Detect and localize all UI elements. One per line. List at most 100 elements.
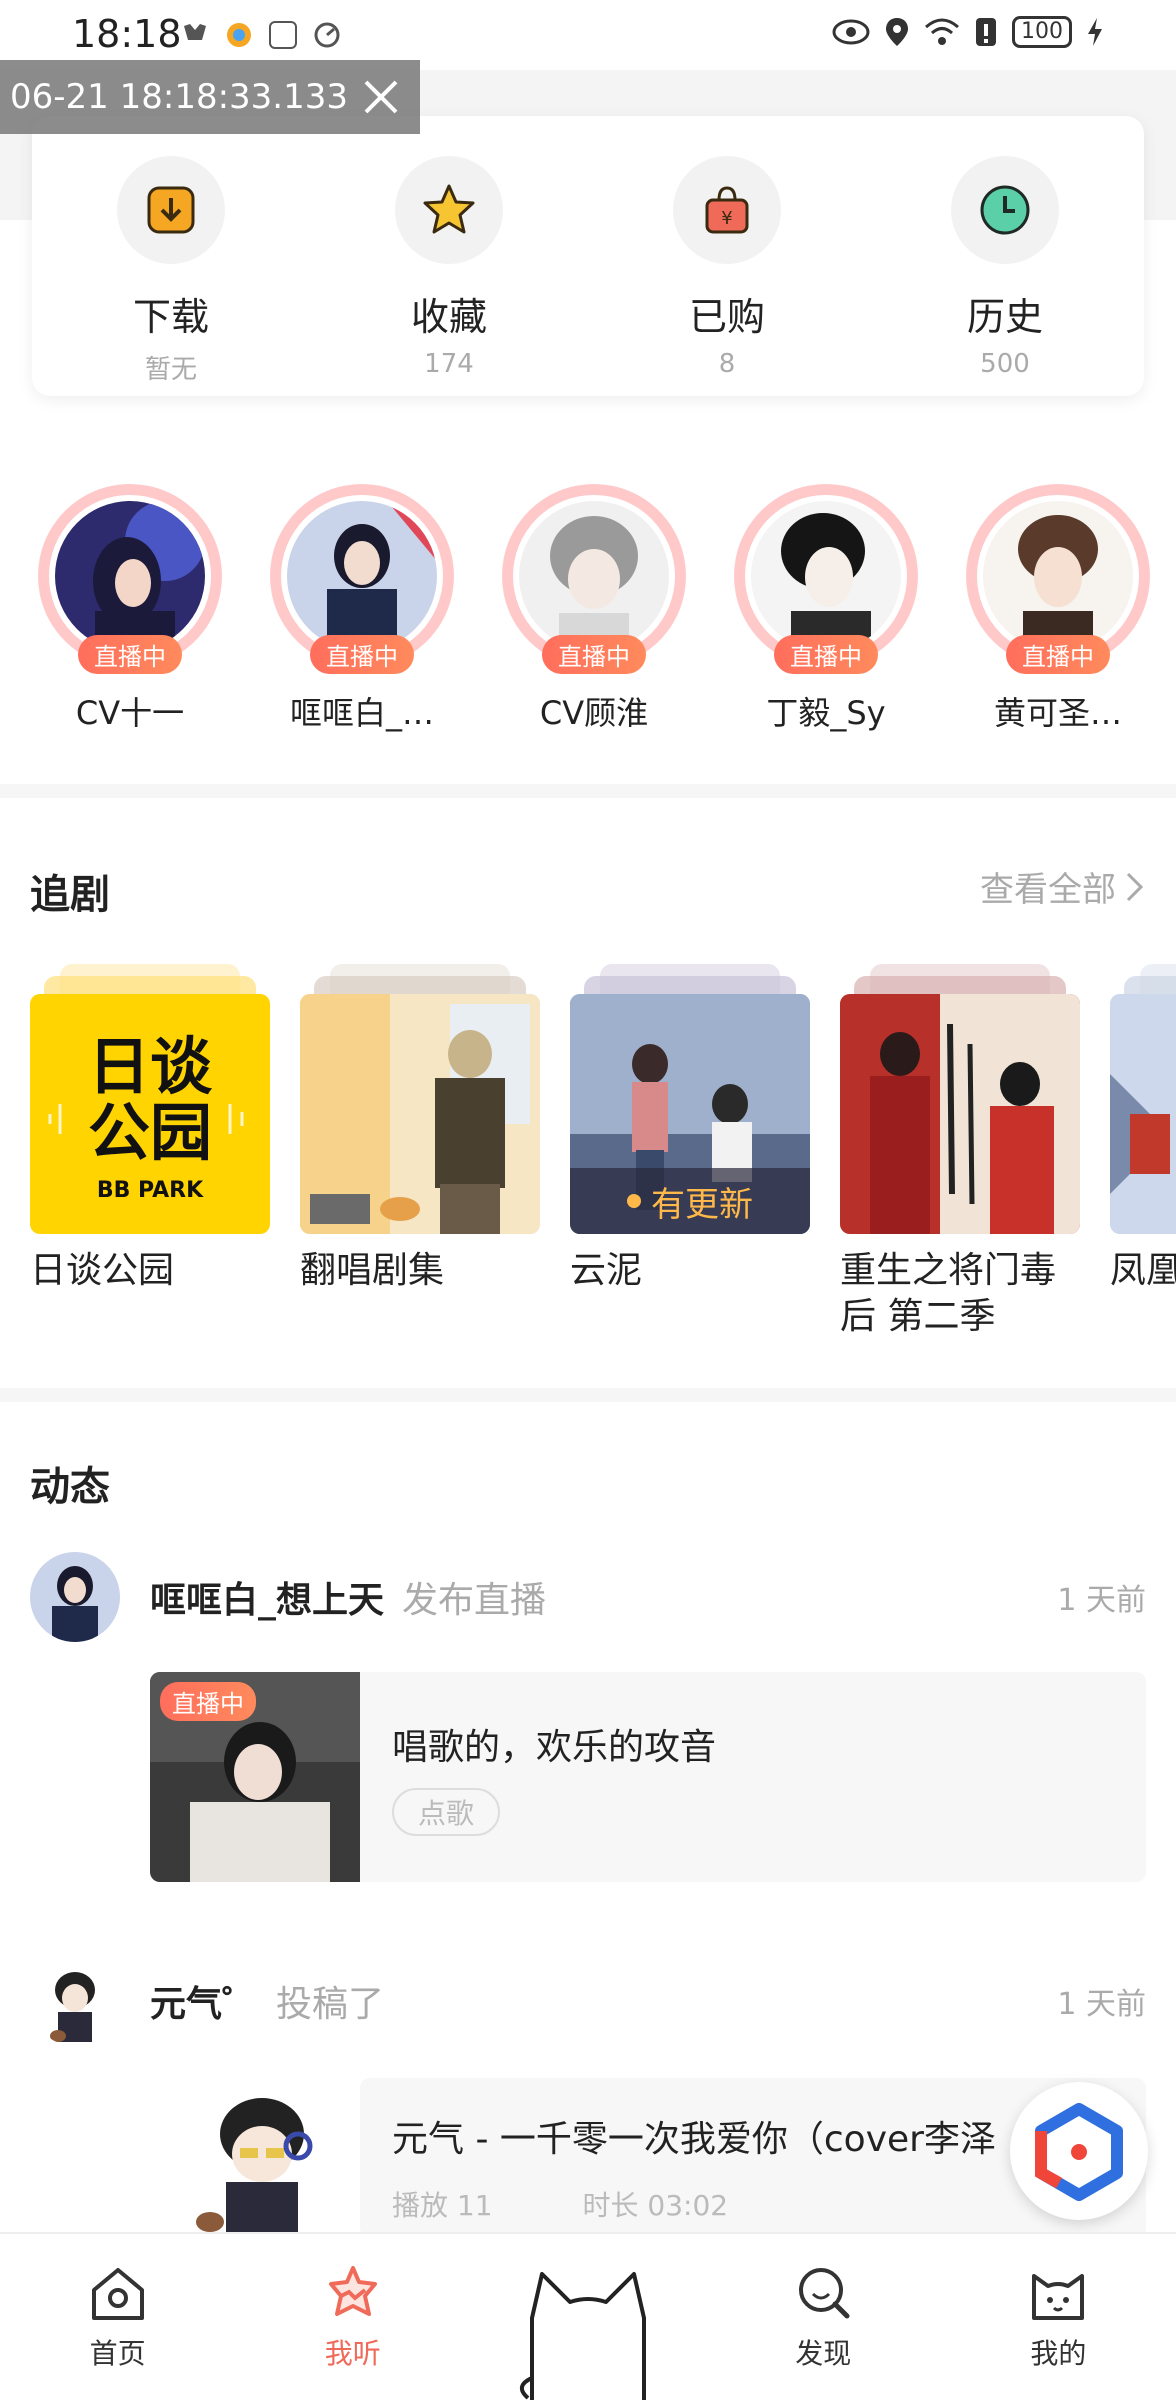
live-user-item[interactable]: 直播中 丁毅_Sy	[734, 484, 918, 734]
eye-icon	[832, 19, 870, 45]
svg-text:¥: ¥	[721, 208, 732, 229]
nav-listen[interactable]: 我听	[235, 2234, 470, 2400]
cover-text-1: 日谈	[87, 1030, 212, 1103]
live-badge: 直播中	[310, 635, 414, 674]
timestamp-toast: 06-21 18:18:33.133	[0, 60, 420, 134]
section-divider	[0, 784, 1176, 798]
live-users-row: 直播中 CV十一 直播中 哐哐白_… 直播中 CV顾淮 直播中 丁毅_Sy 直播…	[38, 484, 1176, 734]
avatar	[55, 501, 205, 651]
live-ring: 直播中	[270, 484, 454, 674]
status-time: 18:18	[72, 12, 182, 56]
quick-action-label: 历史	[966, 295, 1043, 339]
drama-item[interactable]: 翻唱剧集	[300, 964, 540, 1340]
avatar	[983, 501, 1133, 651]
live-badge: 直播中	[542, 635, 646, 674]
quick-action-count: 500	[980, 349, 1030, 379]
drama-item[interactable]: 重生之将门毒后 第二季	[840, 964, 1080, 1340]
speed-icon	[310, 18, 344, 52]
live-user-name: 黄可圣…	[993, 694, 1122, 732]
status-notification-icons	[178, 18, 344, 52]
nav-discover[interactable]: 发现	[706, 2234, 941, 2400]
live-ring: 直播中	[38, 484, 222, 674]
feed-username[interactable]: 哐哐白_想上天	[150, 1571, 384, 1623]
home-icon	[91, 2268, 144, 2320]
live-user-name: CV十一	[75, 694, 185, 732]
nav-label: 我听	[324, 2337, 381, 2370]
location-icon	[886, 18, 908, 46]
live-user-item[interactable]: 直播中 CV十一	[38, 484, 222, 734]
nav-home[interactable]: 首页	[0, 2234, 235, 2400]
close-icon[interactable]	[356, 72, 406, 122]
live-badge: 直播中	[160, 1682, 256, 1721]
live-post-title: 唱歌的，欢乐的攻音	[392, 1727, 717, 1768]
section-divider	[0, 1388, 1176, 1402]
star-icon	[395, 156, 503, 264]
feed-action: 投稿了	[276, 1984, 385, 2025]
drama-title: 重生之将门毒后 第二季	[840, 1250, 1057, 1337]
live-user-item[interactable]: 直播中 CV顾淮	[502, 484, 686, 734]
clock-icon	[951, 156, 1059, 264]
discover-icon	[799, 2268, 850, 2319]
quick-action-count: 174	[424, 349, 474, 379]
assistant-logo-icon	[1035, 2103, 1123, 2201]
duration: 时长 03:02	[582, 2189, 729, 2222]
avatar[interactable]	[30, 1956, 120, 2046]
toast-text: 06-21 18:18:33.133	[10, 77, 349, 117]
drama-cover: 日谈 公园 BB PARK	[30, 994, 270, 1234]
view-all-label: 查看全部	[980, 870, 1116, 910]
song-request-tag[interactable]: 点歌	[392, 1788, 501, 1836]
live-badge: 直播中	[774, 635, 878, 674]
status-right-icons: 100	[832, 16, 1104, 48]
avatar[interactable]	[30, 1552, 120, 1642]
live-user-name: 哐哐白_…	[289, 694, 434, 732]
drama-title: 翻唱剧集	[300, 1250, 445, 1291]
play-count: 播放 11	[392, 2189, 493, 2222]
charging-icon	[1088, 18, 1102, 46]
live-user-item[interactable]: 直播中 黄可圣…	[966, 484, 1150, 734]
listen-icon	[328, 2266, 377, 2316]
battery-indicator: 100	[1012, 16, 1072, 48]
feed-username[interactable]: 元气゜	[150, 1975, 258, 2027]
chevron-right-icon	[1126, 872, 1144, 901]
quick-action-label: 收藏	[410, 295, 487, 339]
feed-time: 1 天前	[1057, 1583, 1146, 1618]
sim-alert-icon	[976, 18, 996, 46]
live-thumbnail: 直播中	[150, 1672, 360, 1882]
quick-action-label: 已购	[688, 295, 765, 339]
live-ring: 直播中	[966, 484, 1150, 674]
drama-item[interactable]: 日谈 公园 BB PARK 日谈公园	[30, 964, 270, 1340]
live-ring: 直播中	[734, 484, 918, 674]
cover-text-3: BB PARK	[96, 1178, 204, 1203]
view-all-link[interactable]: 查看全部	[980, 862, 1146, 911]
live-user-name: CV顾淮	[539, 694, 649, 732]
feed-action: 发布直播	[402, 1580, 547, 1621]
feed-time: 1 天前	[1057, 1987, 1146, 2022]
drama-cover: 有更新	[570, 994, 810, 1234]
wifi-icon	[925, 18, 959, 45]
live-post-card[interactable]: 直播中 唱歌的，欢乐的攻音 点歌	[150, 1672, 1146, 1882]
quick-action-download[interactable]: 下载 暂无	[32, 116, 310, 396]
drama-cover	[300, 994, 540, 1234]
floating-assistant-button[interactable]	[1010, 2082, 1148, 2220]
avatar	[287, 501, 437, 651]
nav-label: 发现	[795, 2337, 852, 2370]
avatar	[519, 501, 669, 651]
drama-cover	[840, 994, 1080, 1234]
hmos-icon	[266, 18, 300, 52]
quick-action-favorites[interactable]: 收藏 174	[310, 116, 588, 396]
app-icon	[222, 18, 256, 52]
drama-item[interactable]: 有更新 云泥	[570, 964, 810, 1340]
drama-title: 凤凰	[1110, 1250, 1176, 1291]
quick-action-purchased[interactable]: ¥ 已购 8	[588, 116, 866, 396]
nav-label: 我的	[1030, 2337, 1087, 2370]
update-banner: 有更新	[570, 1168, 810, 1234]
drama-item[interactable]: 凤凰	[1110, 964, 1176, 1340]
drama-section-title: 追剧	[30, 872, 110, 918]
drama-cover	[1110, 994, 1176, 1234]
live-user-item[interactable]: 直播中 哐哐白_…	[270, 484, 454, 734]
quick-action-label: 下载	[132, 295, 209, 339]
nav-center[interactable]	[470, 2234, 705, 2400]
quick-action-history[interactable]: 历史 500	[866, 116, 1144, 396]
nav-profile[interactable]: 我的	[941, 2234, 1176, 2400]
quick-action-count: 8	[718, 349, 736, 379]
